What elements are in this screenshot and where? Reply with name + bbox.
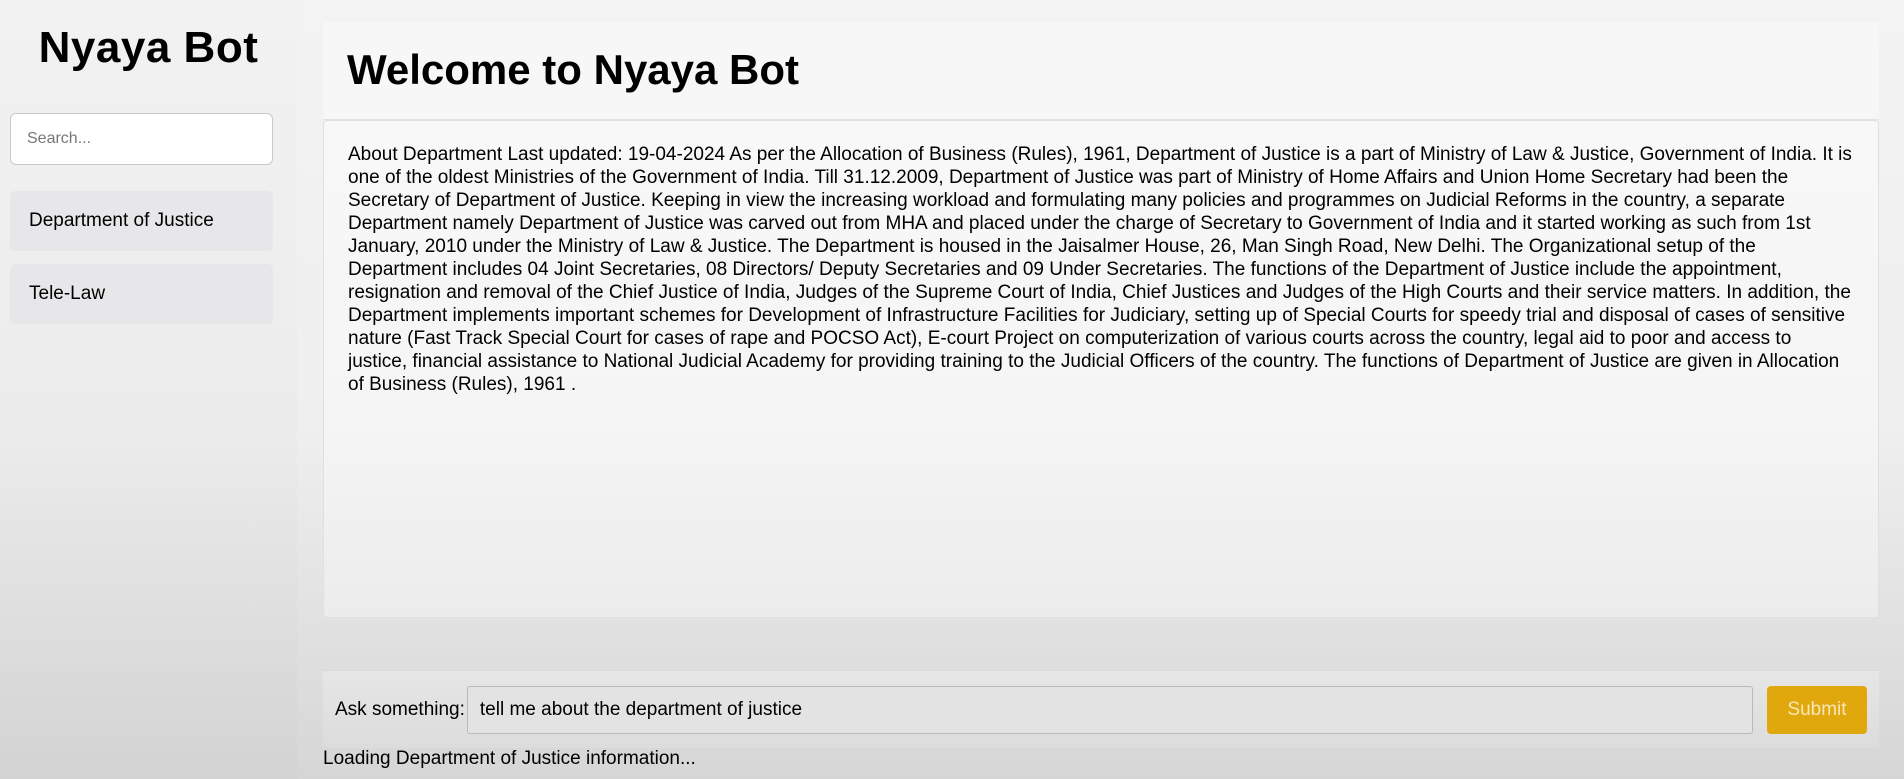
- sidebar-item-tele-law[interactable]: Tele-Law: [10, 264, 273, 324]
- ask-bar: Ask something: Submit: [323, 670, 1879, 748]
- sidebar-item-label: Tele-Law: [29, 283, 106, 304]
- page-header: Welcome to Nyaya Bot: [323, 22, 1879, 120]
- search-input[interactable]: [10, 113, 273, 165]
- ask-input[interactable]: [466, 685, 1753, 734]
- submit-button[interactable]: Submit: [1767, 685, 1867, 734]
- sidebar-item-department-of-justice[interactable]: Department of Justice: [10, 191, 273, 251]
- page-title: Welcome to Nyaya Bot: [347, 46, 800, 93]
- app-title: Nyaya Bot: [38, 23, 259, 72]
- response-content: About Department Last updated: 19-04-202…: [323, 120, 1879, 618]
- main-panel: Welcome to Nyaya Bot About Department La…: [323, 22, 1879, 618]
- ask-label: Ask something:: [335, 698, 465, 720]
- status-text: Loading Department of Justice informatio…: [323, 748, 696, 769]
- sidebar: Nyaya Bot Department of Justice Tele-Law: [0, 0, 297, 779]
- sidebar-item-label: Department of Justice: [29, 210, 214, 231]
